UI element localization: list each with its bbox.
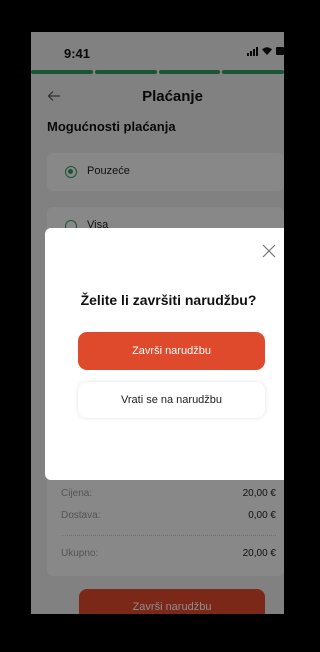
confirm-order-modal: Želite li završiti narudžbu? Završi naru… bbox=[45, 228, 284, 480]
confirm-complete-order-button[interactable]: Završi narudžbu bbox=[78, 332, 265, 370]
return-to-order-button[interactable]: Vrati se na narudžbu bbox=[78, 382, 265, 418]
modal-title: Želite li završiti narudžbu? bbox=[80, 292, 257, 308]
close-icon[interactable] bbox=[262, 244, 276, 258]
